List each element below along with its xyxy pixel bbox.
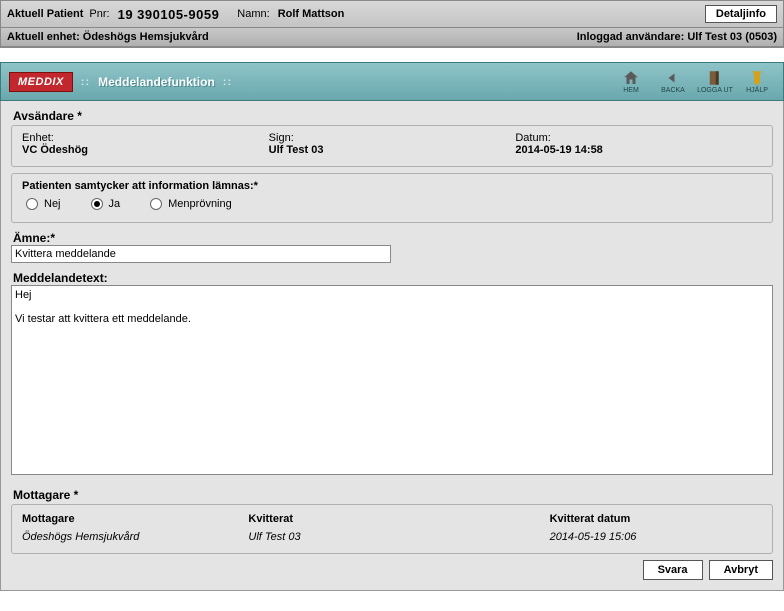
- aktuell-enhet: Aktuell enhet: Ödeshögs Hemsjukvård: [7, 31, 209, 43]
- table-header-row: Mottagare Kvitterat Kvitterat datum: [16, 511, 768, 527]
- message-textarea[interactable]: [11, 285, 773, 475]
- datum-value: 2014-05-19 14:58: [515, 144, 762, 156]
- consent-label: Patienten samtycker att information lämn…: [22, 180, 762, 192]
- detaljinfo-button[interactable]: Detaljinfo: [705, 5, 777, 23]
- brand-logo: MEDDIX: [9, 72, 73, 92]
- nav-hem[interactable]: HEM: [613, 69, 649, 94]
- consent-nej[interactable]: Nej: [26, 198, 61, 210]
- nav-backa[interactable]: BACKA: [655, 69, 691, 94]
- unit-bar: Aktuell enhet: Ödeshögs Hemsjukvård Inlo…: [1, 28, 783, 47]
- nav-loggaut[interactable]: LOGGA UT: [697, 69, 733, 94]
- mottagare-header: Mottagare *: [13, 488, 773, 502]
- back-icon: [664, 69, 682, 87]
- home-icon: [622, 69, 640, 87]
- col-kvitterat: Kvitterat: [242, 511, 541, 527]
- consent-menprovning[interactable]: Menprövning: [150, 198, 232, 210]
- radio-icon: [26, 198, 38, 210]
- mottagare-panel: Mottagare Kvitterat Kvitterat datum Ödes…: [11, 504, 773, 554]
- avbryt-button[interactable]: Avbryt: [709, 560, 773, 580]
- enhet-label: Enhet:: [22, 132, 269, 144]
- inloggad-anvandare: Inloggad användare: Ulf Test 03 (0503): [577, 31, 777, 43]
- subject-input[interactable]: [11, 245, 391, 263]
- avsandare-panel: Enhet: VC Ödeshög Sign: Ulf Test 03 Datu…: [11, 125, 773, 167]
- aktuell-patient-label: Aktuell Patient: [7, 8, 83, 20]
- sign-label: Sign:: [269, 132, 516, 144]
- svara-button[interactable]: Svara: [643, 560, 703, 580]
- pnr-value: 19 390105-9059: [118, 7, 220, 22]
- col-mottagare: Mottagare: [16, 511, 240, 527]
- namn-label: Namn:: [237, 8, 269, 20]
- module-title: Meddelandefunktion: [98, 75, 215, 89]
- message-label: Meddelandetext:: [13, 271, 773, 285]
- consent-ja[interactable]: Ja: [91, 198, 121, 210]
- logout-icon: [706, 69, 724, 87]
- patient-bar: Aktuell Patient Pnr: 19 390105-9059 Namn…: [1, 1, 783, 28]
- subject-label: Ämne:*: [13, 231, 773, 245]
- consent-panel: Patienten samtycker att information lämn…: [11, 173, 773, 223]
- help-icon: [748, 69, 766, 87]
- namn-value: Rolf Mattson: [278, 8, 345, 20]
- pnr-label: Pnr:: [89, 8, 109, 20]
- datum-label: Datum:: [515, 132, 762, 144]
- radio-icon: [150, 198, 162, 210]
- cell-kvitterat: Ulf Test 03: [242, 529, 541, 545]
- cell-mottagare: Ödeshögs Hemsjukvård: [16, 529, 240, 545]
- radio-icon: [91, 198, 103, 210]
- cell-kvdatum: 2014-05-19 15:06: [544, 529, 768, 545]
- sign-value: Ulf Test 03: [269, 144, 516, 156]
- avsandare-header: Avsändare *: [13, 109, 773, 123]
- module-header: MEDDIX :: Meddelandefunktion :: HEM BACK…: [0, 62, 784, 101]
- col-kvdatum: Kvitterat datum: [544, 511, 768, 527]
- table-row: Ödeshögs Hemsjukvård Ulf Test 03 2014-05…: [16, 529, 768, 545]
- nav-hjalp[interactable]: HJÄLP: [739, 69, 775, 94]
- enhet-value: VC Ödeshög: [22, 144, 269, 156]
